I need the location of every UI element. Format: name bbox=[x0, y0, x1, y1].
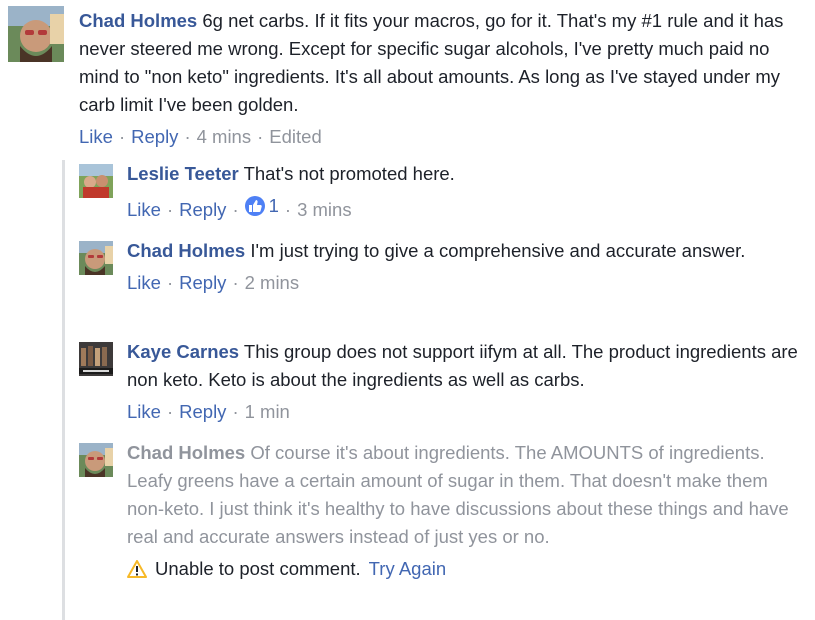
reply-actions: Like · Reply · 2 mins bbox=[127, 270, 807, 296]
comment-author[interactable]: Chad Holmes bbox=[79, 10, 197, 31]
like-reaction-icon bbox=[244, 196, 265, 216]
main-comment-actions: Like · Reply · 4 mins · Edited bbox=[79, 124, 322, 150]
timestamp[interactable]: 4 mins bbox=[197, 126, 252, 147]
edited-label[interactable]: Edited bbox=[269, 126, 321, 147]
avatar-kaye-carnes[interactable] bbox=[79, 342, 113, 376]
separator: · bbox=[166, 401, 174, 422]
reply-link[interactable]: Reply bbox=[179, 401, 226, 422]
like-link[interactable]: Like bbox=[127, 401, 161, 422]
reaction-count[interactable]: 1 bbox=[269, 193, 279, 219]
main-comment: Chad Holmes 6g net carbs. If it fits you… bbox=[79, 7, 809, 119]
comment-text: That's not promoted here. bbox=[243, 163, 455, 184]
try-again-link[interactable]: Try Again bbox=[369, 556, 446, 582]
timestamp[interactable]: 3 mins bbox=[297, 199, 352, 220]
avatar-chad-holmes[interactable] bbox=[8, 6, 64, 62]
separator: · bbox=[166, 272, 174, 293]
post-error: Unable to post comment. Try Again bbox=[127, 556, 807, 582]
avatar-chad-holmes[interactable] bbox=[79, 241, 113, 275]
separator: · bbox=[184, 126, 191, 147]
avatar-leslie-teeter[interactable] bbox=[79, 164, 113, 198]
comment-author[interactable]: Chad Holmes bbox=[127, 240, 245, 261]
separator: · bbox=[118, 126, 126, 147]
comment-author[interactable]: Kaye Carnes bbox=[127, 341, 239, 362]
timestamp[interactable]: 2 mins bbox=[245, 272, 300, 293]
reply-actions: Like · Reply · 1 · 3 mins bbox=[127, 193, 807, 223]
error-message: Unable to post comment. bbox=[155, 558, 361, 579]
reply-actions: Like · Reply · 1 min bbox=[127, 399, 807, 425]
warning-icon bbox=[127, 560, 147, 578]
separator: · bbox=[166, 199, 174, 220]
reply-link[interactable]: Reply bbox=[131, 126, 178, 147]
separator: · bbox=[232, 199, 239, 220]
reply-link[interactable]: Reply bbox=[179, 272, 226, 293]
like-link[interactable]: Like bbox=[79, 126, 113, 147]
comment-text: I'm just trying to give a comprehensive … bbox=[250, 240, 746, 261]
reply-link[interactable]: Reply bbox=[179, 199, 226, 220]
reaction-summary[interactable]: 1 bbox=[244, 193, 279, 219]
separator: · bbox=[284, 199, 292, 220]
separator: · bbox=[257, 126, 264, 147]
separator: · bbox=[232, 401, 239, 422]
avatar-chad-holmes[interactable] bbox=[79, 443, 113, 477]
comment-author[interactable]: Chad Holmes bbox=[127, 442, 245, 463]
timestamp[interactable]: 1 min bbox=[245, 401, 290, 422]
comment-author[interactable]: Leslie Teeter bbox=[127, 163, 239, 184]
like-link[interactable]: Like bbox=[127, 272, 161, 293]
reply-thread-line bbox=[62, 160, 65, 620]
like-link[interactable]: Like bbox=[127, 199, 161, 220]
separator: · bbox=[232, 272, 239, 293]
